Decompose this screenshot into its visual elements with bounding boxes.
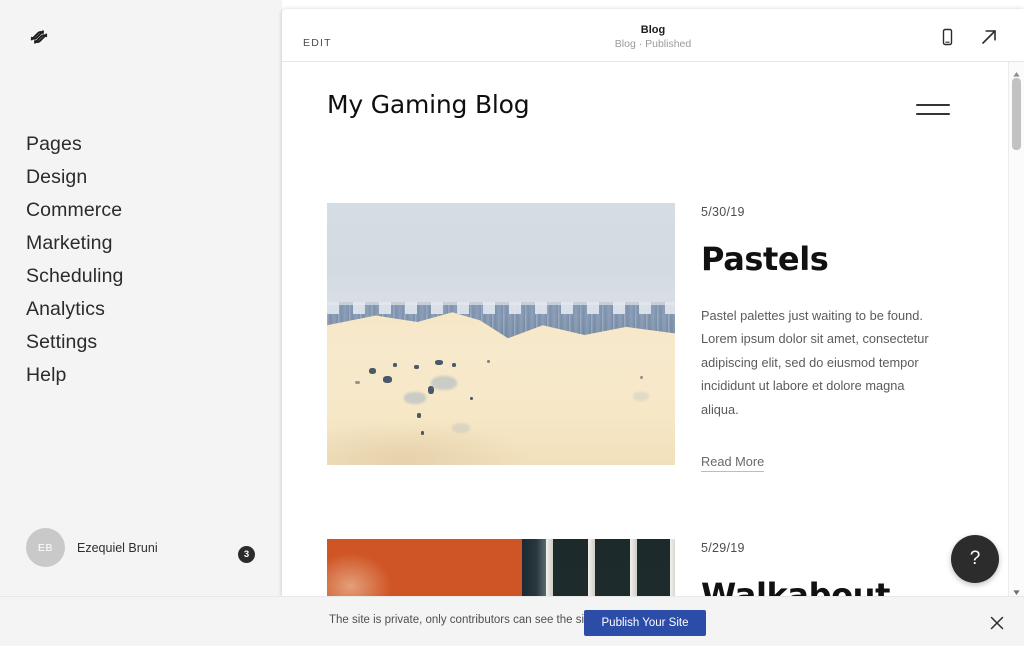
page-title-group: Blog Blog · Published — [282, 23, 1024, 52]
read-more-link[interactable]: Read More — [701, 454, 765, 472]
post-date: 5/29/19 — [701, 541, 745, 555]
close-x-icon[interactable] — [988, 614, 1006, 632]
abstract-beach-painting[interactable] — [327, 203, 675, 465]
post-title[interactable]: Walkabout — [701, 577, 951, 597]
sidebar-nav: Pages Design Commerce Marketing Scheduli… — [26, 128, 246, 392]
preview-scrollbar[interactable] — [1008, 62, 1024, 597]
scroll-up-arrow-icon[interactable] — [1012, 66, 1021, 77]
page-status-subtitle: Blog · Published — [614, 38, 692, 50]
site-viewport: My Gaming Blog 5/30/19 Pastels Pastel pa… — [282, 62, 1024, 597]
site-title[interactable]: My Gaming Blog — [327, 90, 530, 119]
page-title: Blog — [640, 24, 666, 36]
avatar: EB — [26, 528, 65, 567]
sidebar-item-scheduling[interactable]: Scheduling — [26, 260, 246, 293]
sidebar-item-analytics[interactable]: Analytics — [26, 293, 246, 326]
sidebar-item-help[interactable]: Help — [26, 359, 246, 392]
sidebar-item-settings[interactable]: Settings — [26, 326, 246, 359]
site-privacy-message: The site is private, only contributors c… — [329, 614, 597, 626]
scroll-down-arrow-icon[interactable] — [1012, 584, 1021, 595]
sidebar-item-pages[interactable]: Pages — [26, 128, 246, 161]
sidebar-item-marketing[interactable]: Marketing — [26, 227, 246, 260]
preview-toolbar: EDIT Blog Blog · Published — [282, 9, 1024, 62]
post-title[interactable]: Pastels — [701, 241, 951, 277]
mobile-phone-icon[interactable] — [937, 27, 957, 47]
bottom-bar: The site is private, only contributors c… — [0, 596, 1024, 646]
sidebar-item-commerce[interactable]: Commerce — [26, 194, 246, 227]
squarespace-logo-icon[interactable] — [26, 24, 52, 50]
post-body: 5/30/19 Pastels Pastel palettes just wai… — [701, 203, 951, 472]
publish-site-button[interactable]: Publish Your Site — [584, 610, 706, 636]
hamburger-menu-icon[interactable] — [916, 104, 950, 118]
notification-badge[interactable]: 3 — [238, 546, 255, 563]
site-preview-panel: EDIT Blog Blog · Published My Gaming Blo… — [282, 9, 1024, 597]
admin-sidebar: Pages Design Commerce Marketing Scheduli… — [0, 0, 282, 600]
site-header: My Gaming Blog — [282, 62, 1002, 150]
account-name: Ezequiel Bruni — [77, 541, 158, 555]
help-button[interactable]: ? — [951, 535, 999, 583]
post-body: 5/29/19 Walkabout — [701, 539, 951, 597]
post-excerpt: Pastel palettes just waiting to be found… — [701, 307, 929, 417]
external-link-arrow-icon[interactable] — [978, 26, 1000, 48]
post-date: 5/30/19 — [701, 205, 745, 219]
brick-wall-and-window-photo[interactable] — [327, 539, 675, 597]
scrollbar-thumb[interactable] — [1012, 78, 1021, 150]
sidebar-item-design[interactable]: Design — [26, 161, 246, 194]
